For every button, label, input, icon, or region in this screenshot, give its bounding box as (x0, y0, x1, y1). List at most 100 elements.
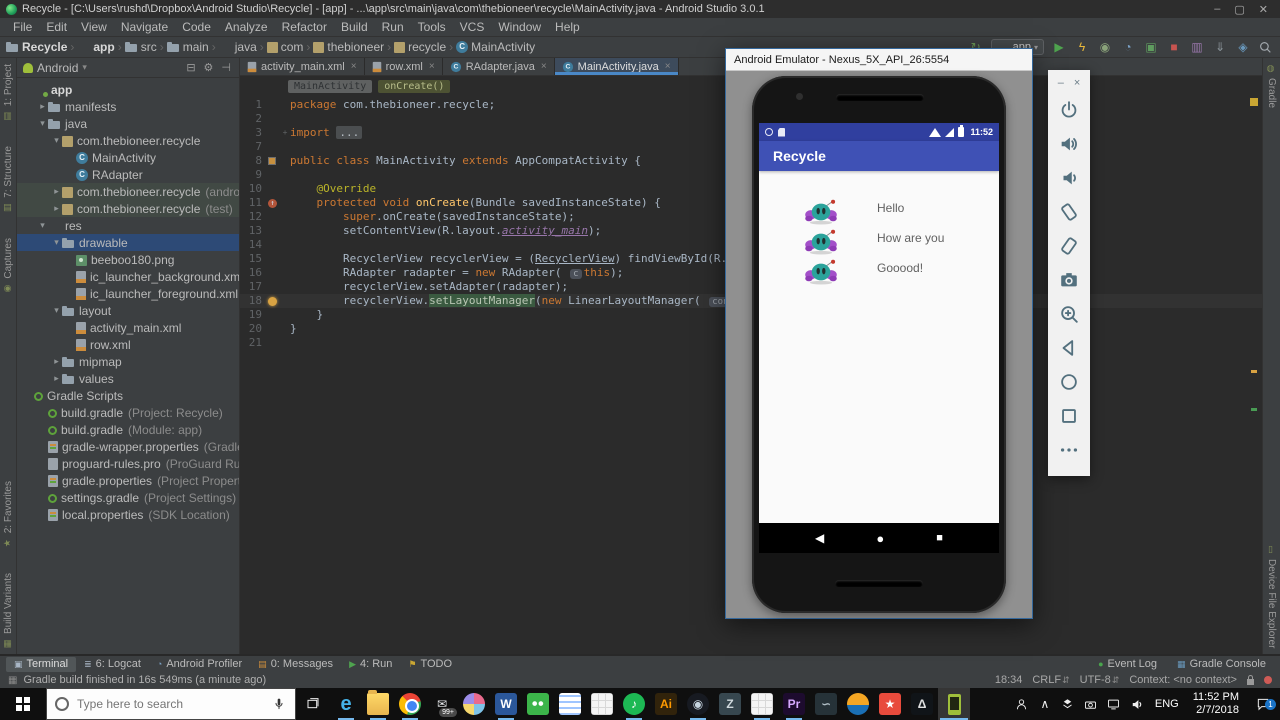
emulator-home-button[interactable] (1056, 365, 1082, 399)
emulator-close-button[interactable]: × (1074, 77, 1080, 89)
tree-item-gradle-properties-project-properties[interactable]: gradle.properties (Project Properties) (17, 472, 239, 489)
tree-item-values[interactable]: ▸ values (17, 370, 239, 387)
line-separator-indicator[interactable]: CRLF⇵ (1032, 674, 1069, 686)
tool-button-build-variants[interactable]: ▦ Build Variants (3, 573, 14, 648)
menu-run[interactable]: Run (375, 20, 411, 34)
taskbar-app-calendar[interactable] (586, 688, 618, 720)
toolwindow-event-log[interactable]: ● Event Log (1090, 657, 1165, 672)
profiler-icon[interactable]: ◔ (1120, 40, 1136, 54)
project-structure-icon[interactable]: ◈ (1235, 40, 1251, 54)
tree-item-app[interactable]: app (17, 81, 239, 98)
tree-item-radapter[interactable]: RAdapter (17, 166, 239, 183)
breadcrumb-java[interactable]: java (219, 40, 257, 54)
toolwindow-android-profiler[interactable]: ◔ Android Profiler (149, 657, 250, 672)
tree-item-java[interactable]: ▾ java (17, 115, 239, 132)
tree-item-com-thebioneer-recycle-androidtest[interactable]: ▸ com.thebioneer.recycle (androidTest) (17, 183, 239, 200)
inspections-icon[interactable] (1264, 676, 1272, 684)
menu-code[interactable]: Code (175, 20, 218, 34)
taskbar-app-spotify[interactable]: ♪ (618, 688, 650, 720)
taskbar-app-chat-app[interactable] (522, 688, 554, 720)
expander-right-icon[interactable]: ▸ (51, 186, 62, 197)
maximize-button[interactable]: ▢ (1234, 3, 1244, 16)
expander-down-icon[interactable]: ▾ (51, 237, 62, 248)
breadcrumb-recycle[interactable]: Recycle (6, 40, 67, 54)
tool-button-captures[interactable]: ◉ Captures (3, 238, 14, 293)
expander-down-icon[interactable]: ▾ (51, 135, 62, 146)
menu-view[interactable]: View (74, 20, 114, 34)
tool-button-7-structure[interactable]: ▥ 7: Structure (3, 146, 14, 212)
tab-close-icon[interactable]: × (351, 61, 357, 72)
attach-debugger-icon[interactable]: ▣ (1143, 40, 1159, 54)
language-indicator[interactable]: ENG (1152, 698, 1182, 710)
tab-radapter-java[interactable]: RAdapter.java × (443, 58, 555, 75)
lock-icon[interactable] (1247, 674, 1254, 685)
emulator-zoom-button[interactable] (1056, 297, 1082, 331)
encoding-indicator[interactable]: UTF-8⇵ (1080, 674, 1120, 686)
gear-icon[interactable]: ⚙ (202, 61, 216, 74)
menu-edit[interactable]: Edit (39, 20, 74, 34)
instant-run-icon[interactable]: ϟ (1074, 40, 1090, 54)
tab-mainactivity-java[interactable]: MainActivity.java × (554, 58, 679, 75)
taskbar-app-wunderlist[interactable]: ★ (874, 688, 906, 720)
menu-tools[interactable]: Tools (411, 20, 453, 34)
tree-item-layout[interactable]: ▾ layout (17, 302, 239, 319)
expander-down-icon[interactable]: ▾ (37, 118, 48, 129)
breadcrumb-chip-mainactivity[interactable]: MainActivity (288, 79, 373, 93)
taskbar-app-premiere[interactable]: Pr (778, 688, 810, 720)
taskbar-app-calculator[interactable] (746, 688, 778, 720)
phone-screen[interactable]: 11:52 Recycle Hello How are you Gooood! ◀ … (759, 123, 999, 553)
tray-monitor-icon[interactable] (1106, 696, 1122, 712)
context-indicator[interactable]: Context: <no context> (1129, 674, 1237, 686)
expander-right-icon[interactable]: ▸ (37, 101, 48, 112)
sdk-manager-icon[interactable]: ⇓ (1212, 40, 1228, 54)
menu-refactor[interactable]: Refactor (275, 20, 334, 34)
taskbar-app-android-emulator[interactable] (938, 688, 970, 720)
nav-back-button[interactable]: ◀ (815, 531, 824, 545)
minimize-button[interactable]: – (1214, 3, 1220, 16)
breadcrumb-main[interactable]: main (166, 40, 209, 54)
gutter-class-icon[interactable] (266, 154, 280, 168)
scrollbar-mark-green[interactable] (1251, 408, 1257, 411)
tree-item-beeboo180-png[interactable]: beeboo180.png (17, 251, 239, 268)
hide-panel-icon[interactable]: ⊣ (219, 61, 233, 74)
taskbar-app-chrome[interactable] (394, 688, 426, 720)
fold-marker[interactable]: + (280, 126, 290, 140)
toolwindow-toggle-icon[interactable]: ▦ (8, 675, 17, 686)
gutter-bulb-icon[interactable] (266, 294, 280, 308)
expander-right-icon[interactable]: ▸ (51, 356, 62, 367)
tool-button-gradle[interactable]: ◍ Gradle (1266, 64, 1277, 108)
tool-button-device-file-explorer[interactable]: ▯ Device File Explorer (1266, 545, 1277, 648)
taskbar-app-bird-app[interactable]: ∽ (810, 688, 842, 720)
search-input[interactable] (77, 697, 263, 711)
expander-right-icon[interactable]: ▸ (51, 203, 62, 214)
taskbar-app-unity[interactable]: Δ (906, 688, 938, 720)
menu-help[interactable]: Help (548, 20, 587, 34)
project-view-selector[interactable]: Android (37, 61, 78, 75)
taskbar-app-egg-app[interactable] (842, 688, 874, 720)
menu-navigate[interactable]: Navigate (114, 20, 175, 34)
microphone-icon[interactable] (271, 696, 287, 712)
toolwindow-todo[interactable]: ⚑ TODO (400, 657, 460, 672)
menu-build[interactable]: Build (334, 20, 375, 34)
action-center-button[interactable]: 1 (1250, 696, 1276, 712)
tool-button-2-favorites[interactable]: ★ 2: Favorites (3, 481, 14, 547)
list-item-0[interactable]: Hello (759, 199, 999, 229)
taskbar-app-steam[interactable]: ◉ (682, 688, 714, 720)
emulator-rotate-left-button[interactable] (1056, 195, 1082, 229)
tray-camera-icon[interactable] (1083, 696, 1099, 712)
tray-people-icon[interactable] (1014, 696, 1030, 712)
menu-window[interactable]: Window (491, 20, 548, 34)
tree-item-mipmap[interactable]: ▸ mipmap (17, 353, 239, 370)
annotation-mark-warning[interactable] (1250, 98, 1258, 106)
taskbar-app-design-app[interactable]: Z (714, 688, 746, 720)
tree-item-build-gradle-module-app[interactable]: build.gradle (Module: app) (17, 421, 239, 438)
tree-item-ic-launcher-foreground-xml-v24[interactable]: ic_launcher_foreground.xml(v24) (17, 285, 239, 302)
emulator-back-button[interactable] (1056, 331, 1082, 365)
caret-position[interactable]: 18:34 (995, 674, 1023, 686)
tab-close-icon[interactable]: × (541, 61, 547, 72)
taskbar-app-paint-3d[interactable] (458, 688, 490, 720)
breadcrumb-com[interactable]: com (266, 40, 303, 54)
taskbar-search[interactable] (46, 688, 296, 720)
taskbar-app-file-explorer[interactable] (362, 688, 394, 720)
stop-icon[interactable]: ■ (1166, 40, 1182, 54)
